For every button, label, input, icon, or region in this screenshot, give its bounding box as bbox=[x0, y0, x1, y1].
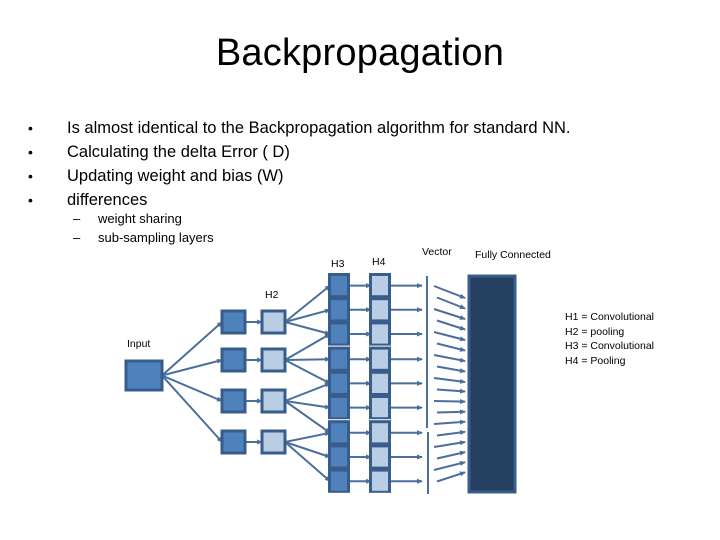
vector-to-fc-arrow bbox=[433, 399, 466, 405]
vector-to-fc-arrow bbox=[436, 430, 466, 437]
legend-item: H2 = pooling bbox=[565, 325, 625, 338]
legend-item: H4 = Pooling bbox=[565, 354, 626, 367]
vector-label: Vector bbox=[422, 246, 452, 258]
h2-to-h3-arrow bbox=[284, 356, 331, 362]
h2-node bbox=[260, 429, 287, 455]
vector-to-fc-arrow bbox=[433, 354, 466, 363]
cnn-diagram bbox=[124, 273, 517, 494]
h2-node bbox=[260, 388, 287, 414]
vector-to-fc-arrow bbox=[436, 388, 466, 394]
h4-label: H4 bbox=[372, 256, 386, 268]
h3-node bbox=[331, 349, 347, 369]
h4-node bbox=[372, 349, 388, 369]
h3-node bbox=[331, 423, 347, 443]
h3-node bbox=[331, 471, 347, 491]
input-node bbox=[124, 359, 164, 392]
vector-to-fc-arrow bbox=[433, 440, 466, 448]
legend-item: H3 = Convolutional bbox=[565, 340, 655, 352]
h3-node bbox=[331, 324, 347, 344]
fully-connected-block bbox=[467, 274, 517, 494]
h2-to-h3-arrow bbox=[284, 321, 331, 336]
h4-node bbox=[372, 471, 388, 491]
h4-node bbox=[372, 324, 388, 344]
h3-node bbox=[331, 447, 347, 467]
h2-to-h3-arrow bbox=[284, 441, 331, 482]
vector-to-fc-arrow bbox=[436, 296, 466, 310]
h3-node bbox=[331, 300, 347, 320]
h2-node bbox=[260, 347, 287, 373]
vector-to-fc-arrow bbox=[436, 342, 466, 352]
vector-to-fc-arrow bbox=[433, 460, 466, 471]
vector-to-fc-arrow bbox=[436, 319, 466, 331]
h4-node bbox=[372, 373, 388, 393]
vector-to-fc-arrow bbox=[436, 450, 466, 460]
vector-to-fc-arrow bbox=[433, 308, 466, 320]
vector-to-fc-arrow bbox=[433, 331, 466, 342]
h1-node bbox=[220, 309, 247, 335]
h3-node bbox=[331, 276, 347, 296]
vector-to-fc-arrow bbox=[433, 285, 466, 299]
h2-node bbox=[260, 309, 287, 335]
h4-node bbox=[372, 398, 388, 418]
h4-node bbox=[372, 300, 388, 320]
h4-node bbox=[372, 423, 388, 443]
input-label: Input bbox=[127, 338, 151, 350]
h1-node bbox=[220, 429, 247, 455]
vector-to-fc-arrow bbox=[436, 471, 466, 483]
h2-to-h3-arrow bbox=[284, 382, 331, 402]
h4-node bbox=[372, 276, 388, 296]
input-to-h1-arrow bbox=[161, 374, 223, 402]
vector-to-fc-arrow bbox=[436, 409, 466, 415]
h1-node bbox=[220, 347, 247, 373]
h3-label: H3 bbox=[331, 258, 345, 270]
connections bbox=[161, 276, 466, 494]
input-to-h1-arrow bbox=[161, 374, 223, 443]
vector-to-fc-arrow bbox=[433, 377, 466, 384]
h2-label: H2 bbox=[265, 289, 279, 301]
h3-node bbox=[331, 373, 347, 393]
h2-to-h3-arrow bbox=[284, 441, 331, 458]
h1-node bbox=[220, 388, 247, 414]
fully-connected-label: Fully Connected bbox=[475, 249, 551, 261]
vector-to-fc-arrow bbox=[433, 419, 466, 425]
vector-to-fc-arrow bbox=[436, 365, 466, 374]
h3-node bbox=[331, 398, 347, 418]
layer-legend: H1 = Convolutional H2 = pooling H3 = Con… bbox=[565, 310, 654, 368]
h4-node bbox=[372, 447, 388, 467]
legend-item: H1 = Convolutional bbox=[565, 311, 655, 323]
h2-to-h3-arrow bbox=[284, 431, 331, 443]
h2-to-h3-arrow bbox=[284, 359, 331, 385]
h2-to-h3-arrow bbox=[284, 333, 331, 361]
